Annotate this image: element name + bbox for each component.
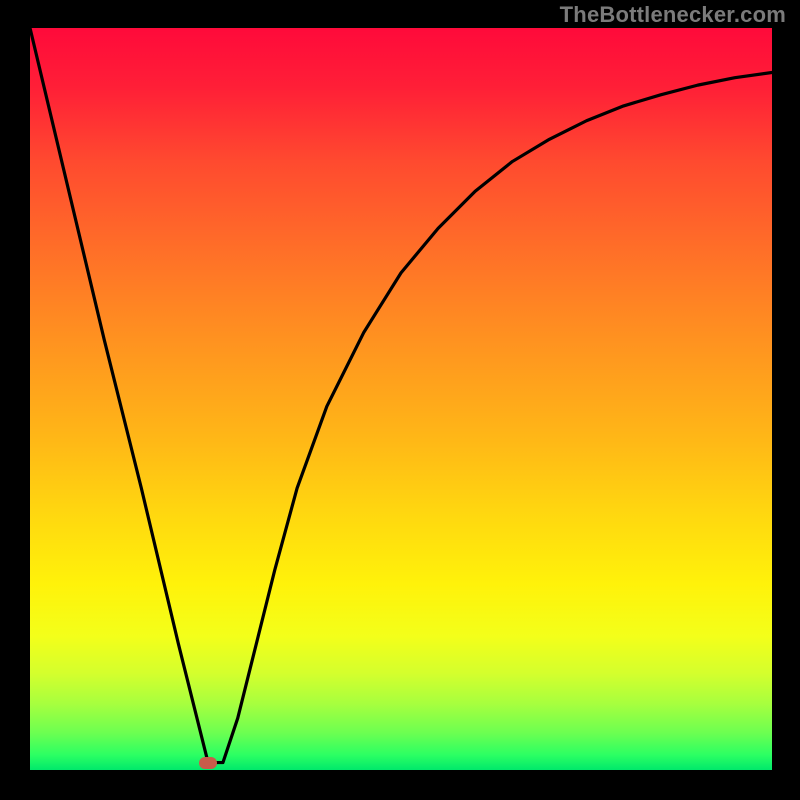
bottleneck-curve [30, 28, 772, 770]
chart-frame: TheBottlenecker.com [0, 0, 800, 800]
watermark-text: TheBottlenecker.com [560, 2, 786, 28]
minimum-marker [199, 757, 217, 769]
plot-area [30, 28, 772, 770]
